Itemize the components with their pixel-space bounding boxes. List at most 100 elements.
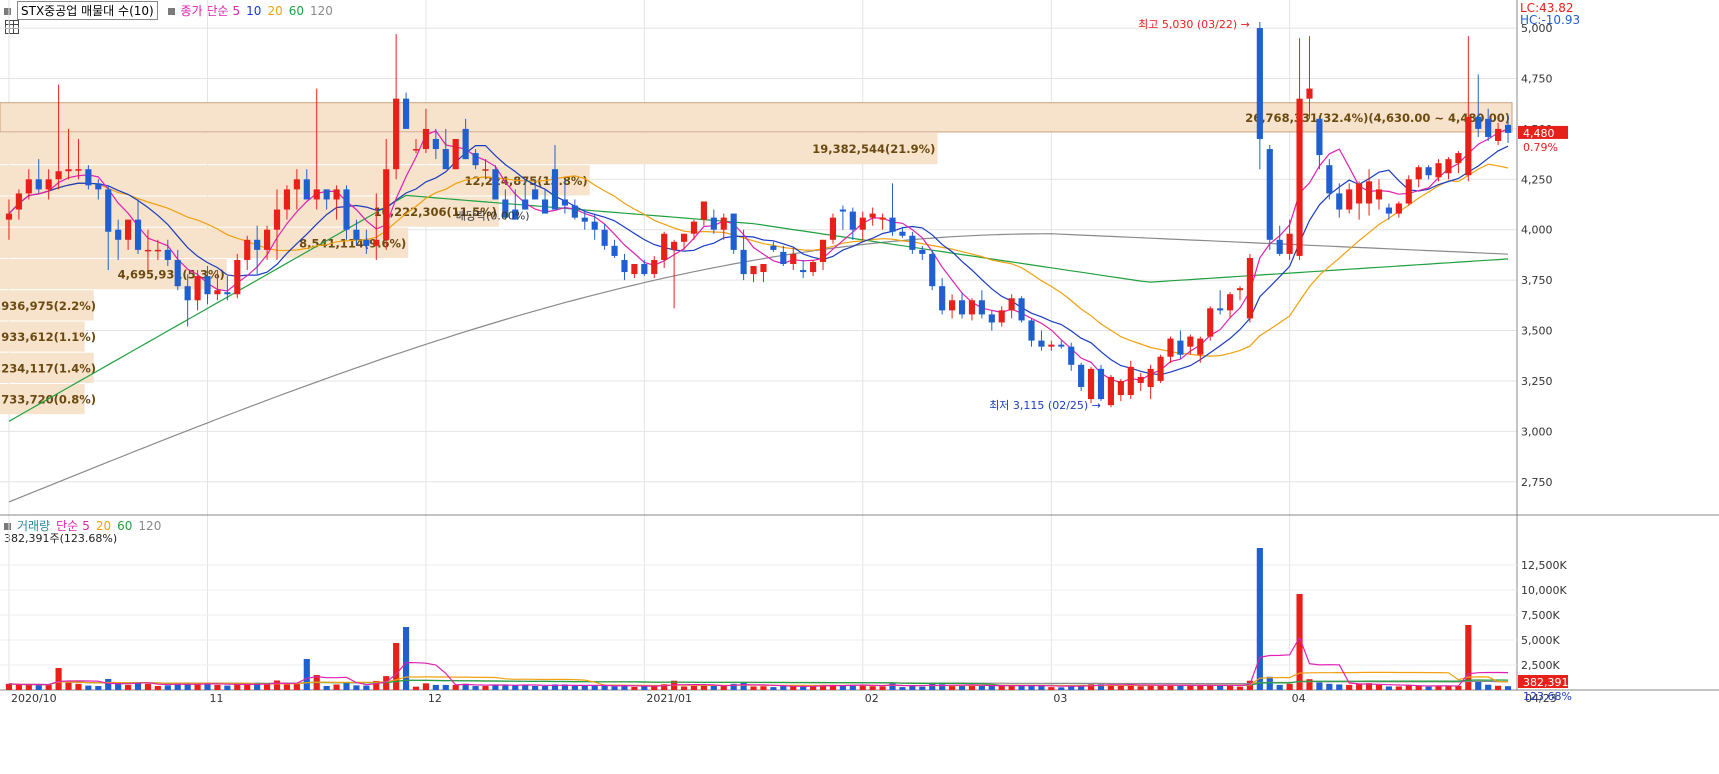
- candle-body: [125, 219, 132, 240]
- volume-bar: [1226, 685, 1234, 690]
- candle-body: [631, 263, 638, 275]
- volume-bar: [482, 686, 489, 690]
- candle-body: [204, 276, 211, 295]
- volume-bar: [1137, 686, 1144, 690]
- candle-body: [720, 217, 727, 230]
- y-tick-label: 2,750: [1521, 476, 1553, 489]
- dividend-annotation: 배당락(0.00%): [456, 210, 530, 223]
- volume-profile-label: 733,720(0.8%): [1, 393, 96, 407]
- volume-profile-label: 8,541,114(9.6%): [299, 236, 406, 250]
- candle-body: [561, 199, 568, 206]
- volume-bar: [65, 682, 72, 690]
- candle-body: [909, 235, 916, 250]
- volume-bar: [1167, 685, 1174, 690]
- candle-body: [919, 249, 926, 254]
- x-tick-label: 12: [428, 692, 442, 705]
- candle-body: [422, 128, 430, 150]
- volume-bar: [839, 685, 846, 690]
- candle-body: [829, 217, 837, 240]
- volume-bar: [5, 683, 13, 690]
- y-tick-label: 3,750: [1521, 274, 1553, 287]
- candle-body: [949, 300, 956, 311]
- volume-bar: [1058, 687, 1065, 690]
- candle-body: [690, 221, 698, 234]
- candle-body: [1097, 368, 1105, 400]
- candle-body: [1445, 159, 1452, 174]
- volume-bar: [949, 685, 956, 690]
- candle-body: [1137, 376, 1144, 383]
- volume-bar: [760, 686, 767, 690]
- candle-body: [144, 249, 152, 252]
- volume-bar: [164, 685, 171, 690]
- candle-body: [343, 189, 350, 230]
- volume-bar: [611, 686, 618, 690]
- volume-bar: [810, 686, 817, 690]
- volume-profile-label: 933,612(1.1%): [1, 330, 96, 344]
- volume-bar: [75, 683, 82, 690]
- volume-bar: [968, 685, 976, 690]
- candle-body: [1405, 179, 1412, 204]
- candle-body: [1356, 183, 1363, 204]
- volume-bar: [1375, 684, 1383, 690]
- candle-body: [184, 286, 191, 301]
- candle-body: [472, 153, 479, 166]
- volume-bar: [631, 686, 638, 690]
- x-tick-label: 11: [210, 692, 224, 705]
- volume-bar: [770, 687, 777, 690]
- volume-tick-label: 7,500K: [1521, 609, 1560, 622]
- volume-bar: [333, 684, 340, 690]
- candle-body: [641, 263, 648, 275]
- candle-body: [680, 233, 688, 242]
- candle-body: [1415, 167, 1422, 180]
- x-tick-label: 2021/01: [646, 692, 692, 705]
- candle-body: [65, 169, 72, 172]
- candle-body: [1276, 239, 1283, 254]
- candle-body: [601, 229, 608, 246]
- candle-body: [442, 149, 449, 170]
- candle-body: [1346, 189, 1353, 210]
- candle-body: [293, 179, 300, 190]
- candle-body: [750, 266, 757, 275]
- y-tick-label: 3,000: [1521, 425, 1553, 438]
- volume-bar: [115, 683, 122, 690]
- candle-body: [373, 239, 380, 246]
- candle-body: [214, 290, 221, 295]
- stock-chart[interactable]: 2,7503,0003,2503,5003,7504,0004,2504,500…: [0, 0, 1719, 774]
- volume-bar: [85, 685, 92, 690]
- candle-body: [283, 189, 291, 210]
- candle-body: [25, 179, 32, 194]
- candle-body: [383, 169, 390, 240]
- candle-body: [1365, 181, 1373, 204]
- x-tick-label: 03: [1053, 692, 1067, 705]
- volume-bar: [532, 686, 539, 690]
- candle-body: [1425, 167, 1432, 176]
- y-tick-label: 3,500: [1521, 325, 1553, 338]
- candle-body: [1375, 189, 1383, 200]
- candle-body: [273, 209, 281, 230]
- candle-body: [740, 249, 747, 275]
- candle-body: [1435, 163, 1442, 178]
- volume-bar: [780, 686, 787, 690]
- volume-bar: [1048, 687, 1055, 690]
- volume-bar: [293, 683, 300, 690]
- candle-body: [1226, 294, 1234, 311]
- volume-bar: [1346, 684, 1353, 690]
- candle-body: [1465, 116, 1472, 176]
- candle-body: [541, 199, 549, 214]
- candle-body: [968, 300, 976, 315]
- candle-body: [492, 169, 499, 200]
- volume-bar: [472, 686, 479, 690]
- volume-bar: [581, 686, 588, 690]
- candle-body: [939, 286, 946, 311]
- candle-body: [1197, 338, 1204, 355]
- volume-bar: [224, 685, 231, 690]
- candle-body: [978, 300, 985, 315]
- volume-bar: [154, 686, 161, 690]
- volume-bar: [750, 686, 757, 690]
- candle-body: [353, 229, 360, 240]
- candle-body: [1167, 338, 1174, 357]
- volume-bar: [1385, 686, 1392, 690]
- volume-bar: [214, 684, 221, 690]
- volume-bar: [1336, 684, 1343, 690]
- volume-bar: [283, 684, 291, 690]
